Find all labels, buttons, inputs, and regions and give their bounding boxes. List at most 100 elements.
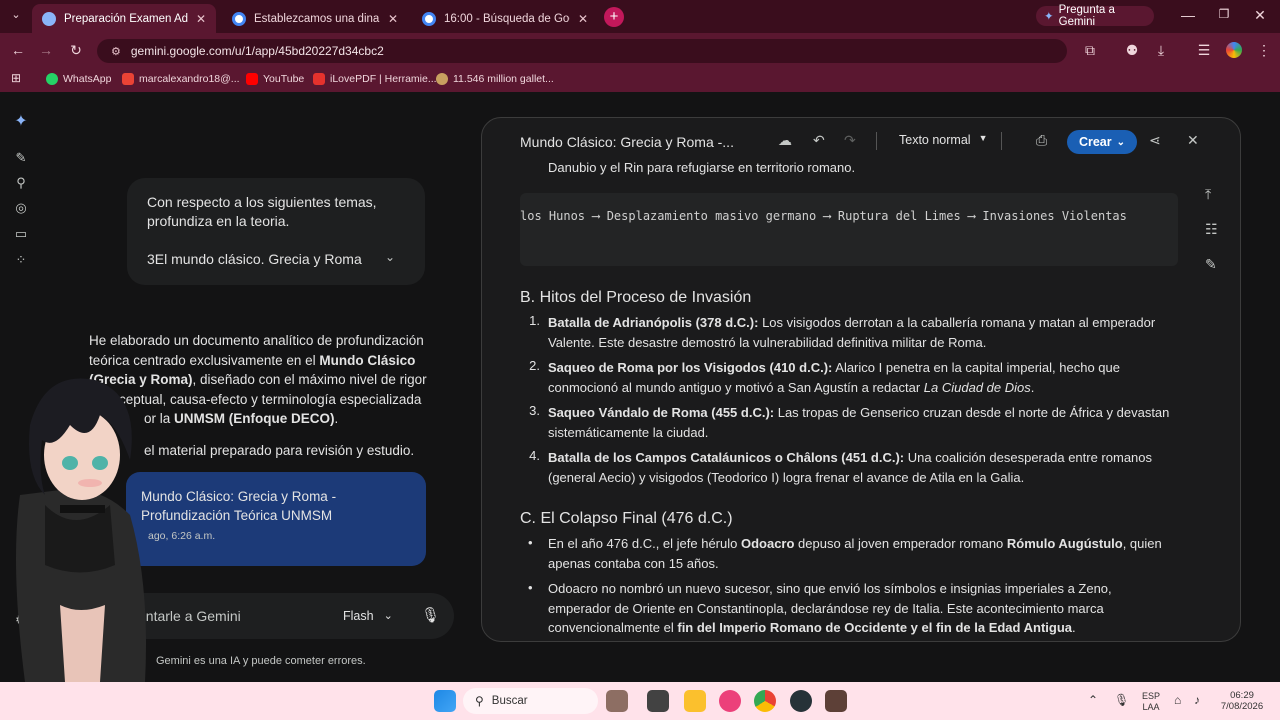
clock[interactable]: 06:29 7/08/2026 <box>1214 690 1270 712</box>
gemini-tab-icon <box>42 11 56 26</box>
tab-establezcamos[interactable]: Establezcamos una dinamica p ✕ <box>222 4 408 33</box>
language-indicator[interactable]: ESP LAA <box>1138 691 1164 713</box>
bookmark-galletas[interactable]: 11.546 million gallet... <box>436 73 554 85</box>
file-explorer-icon[interactable] <box>684 690 706 712</box>
reading-list-icon[interactable]: ☰ <box>1194 42 1214 59</box>
taskbar-search[interactable]: ⚲ Buscar <box>463 688 598 714</box>
widgets-icon[interactable] <box>606 690 628 712</box>
close-icon[interactable]: ✕ <box>196 12 206 26</box>
network-icon[interactable]: ⌂ <box>1174 693 1181 707</box>
doc-title: Mundo Clásico: Grecia y Roma -... <box>520 134 734 150</box>
gemini-spark-icon: ✦ <box>1044 11 1054 23</box>
site-info-icon[interactable]: ⚙ <box>111 45 121 58</box>
tab-busqueda[interactable]: 16:00 - Búsqueda de Google ✕ <box>412 4 598 33</box>
opera-icon[interactable] <box>719 690 741 712</box>
gmail-icon <box>122 73 134 85</box>
close-icon[interactable]: ✕ <box>578 12 588 26</box>
close-icon[interactable]: ✕ <box>388 12 398 26</box>
tune-icon[interactable]: ☷ <box>1205 221 1218 238</box>
bookmark-ilovepdf[interactable]: iLovePDF | Herramie... <box>313 73 437 85</box>
code-line: los Hunos ⟶ Desplazamiento masivo german… <box>520 209 1127 223</box>
prompt-input[interactable]: untarle a Gemini <box>138 608 241 624</box>
cloud-save-icon[interactable]: ☁ <box>778 132 792 149</box>
back-icon[interactable]: ← <box>8 42 28 58</box>
tab-title: Establezcamos una dinamica p <box>254 12 380 25</box>
ilovepdf-icon <box>313 73 325 85</box>
tray-chevron-icon[interactable]: ⌃ <box>1088 693 1098 707</box>
menu-kebab-icon[interactable]: ⋮ <box>1254 42 1274 59</box>
code-block: los Hunos ⟶ Desplazamiento masivo german… <box>520 193 1178 266</box>
chevron-down-icon: ⌄ <box>1116 136 1126 148</box>
text-style-select[interactable]: Texto normal ▼ <box>899 133 987 147</box>
bookmark-youtube[interactable]: YouTube <box>246 73 304 85</box>
microphone-icon[interactable]: 🎙 <box>421 606 440 624</box>
library-icon[interactable]: ▭ <box>12 226 30 244</box>
minimize-icon[interactable]: — <box>1178 7 1198 23</box>
apps-grid-icon[interactable]: ⁘ <box>12 252 30 270</box>
tab-title: Preparación Examen Admisión <box>64 12 188 25</box>
user-topic: 3El mundo clásico. Grecia y Roma <box>147 251 362 267</box>
tab-title: 16:00 - Búsqueda de Google <box>444 12 570 25</box>
gems-icon[interactable]: ◎ <box>12 200 30 218</box>
reload-icon[interactable]: ↻ <box>66 42 86 59</box>
redo-icon[interactable]: ↷ <box>844 132 856 149</box>
extensions-icon[interactable]: ⧉ <box>1080 42 1100 59</box>
address-bar[interactable]: ⚙ gemini.google.com/u/1/app/45bd20227d34… <box>97 39 1067 63</box>
gemini-logo-icon[interactable]: ✦ <box>12 111 30 130</box>
windows-start-icon[interactable] <box>434 690 456 712</box>
summarize-icon[interactable]: ✎ <box>1205 256 1217 273</box>
new-chat-icon[interactable]: ✎ <box>12 150 30 168</box>
list-item: Batalla de Adrianópolis (378 d.C.): Los … <box>548 315 1156 350</box>
share-icon[interactable]: ⋖ <box>1149 132 1161 149</box>
download-icon[interactable]: ⤓ <box>1151 42 1171 59</box>
windows-taskbar: ⌃ 🎙 ESP LAA ⌂ ♪ 06:29 7/08/2026 <box>0 682 1280 720</box>
section-heading: B. Hitos del Proceso de Invasión <box>520 289 752 306</box>
bookmark-gmail[interactable]: marcalexandro18@... <box>122 73 240 85</box>
ask-gemini-button[interactable]: ✦ Pregunta a Gemini <box>1036 4 1154 28</box>
anime-character-overlay <box>16 378 146 682</box>
doc-text-fragment: Danubio y el Rin para refugiarse en terr… <box>548 160 856 175</box>
avatar[interactable] <box>1226 42 1242 58</box>
search-icon: ⚲ <box>475 694 484 708</box>
user-prompt-line: Con respecto a los siguientes temas, <box>147 194 377 210</box>
cookie-icon <box>436 73 448 85</box>
user-message: Con respecto a los siguientes temas, pro… <box>127 178 425 285</box>
crear-button[interactable]: Crear ⌄ <box>1067 130 1137 154</box>
window-close-icon[interactable]: ✕ <box>1250 7 1270 24</box>
list-item: Odoacro no nombró un nuevo sucesor, sino… <box>548 581 1112 635</box>
expand-chevron-icon[interactable]: ⌄ <box>385 250 395 264</box>
print-icon[interactable]: ⎙ <box>1036 132 1047 149</box>
align-top-icon[interactable]: ⤒ <box>1205 186 1211 203</box>
maximize-icon[interactable]: ❐ <box>1214 7 1234 21</box>
bullet-icon: • <box>528 535 533 550</box>
list-item: En el año 476 d.C., el jefe hérulo Odoac… <box>548 536 1162 571</box>
youtube-icon <box>246 73 258 85</box>
close-panel-icon[interactable]: ✕ <box>1187 132 1199 149</box>
doc-card-title: Profundización Teórica UNMSM <box>141 508 333 523</box>
bookmark-whatsapp[interactable]: WhatsApp <box>46 73 111 85</box>
chrome-icon[interactable] <box>754 690 776 712</box>
toolbar-divider <box>876 132 877 150</box>
bullet-icon: • <box>528 580 533 595</box>
tab-preparacion[interactable]: Preparación Examen Admisión ✕ <box>32 4 216 33</box>
undo-icon[interactable]: ↶ <box>813 132 825 149</box>
apps-icon[interactable]: ⊞ <box>6 71 26 85</box>
forward-icon[interactable]: → <box>36 42 56 58</box>
mic-tray-icon[interactable]: 🎙 <box>1114 693 1129 707</box>
app-icon[interactable] <box>825 690 847 712</box>
search-icon[interactable]: ⚲ <box>12 175 30 193</box>
list-item: Saqueo Vándalo de Roma (455 d.C.): Las t… <box>548 405 1170 440</box>
terminal-icon[interactable] <box>647 690 669 712</box>
volume-icon[interactable]: ♪ <box>1194 693 1200 707</box>
tab-search-icon[interactable]: ⌄ <box>6 8 26 21</box>
caret-down-icon: ▼ <box>978 133 988 143</box>
new-tab-button[interactable]: + <box>604 7 624 27</box>
document-card[interactable]: Mundo Clásico: Grecia y Roma - Profundiz… <box>126 472 426 566</box>
model-selector[interactable]: Flash ⌄ <box>343 609 393 623</box>
prompt-input-bar[interactable]: untarle a Gemini Flash ⌄ 🎙 <box>120 593 454 639</box>
obs-icon[interactable] <box>790 690 812 712</box>
google-tab-icon <box>232 11 246 26</box>
incognito-icon[interactable]: ⚉ <box>1122 42 1142 59</box>
url-text: gemini.google.com/u/1/app/45bd20227d34cb… <box>130 44 384 58</box>
document-panel: Mundo Clásico: Grecia y Roma -... ☁ ↶ ↷ … <box>481 117 1241 642</box>
